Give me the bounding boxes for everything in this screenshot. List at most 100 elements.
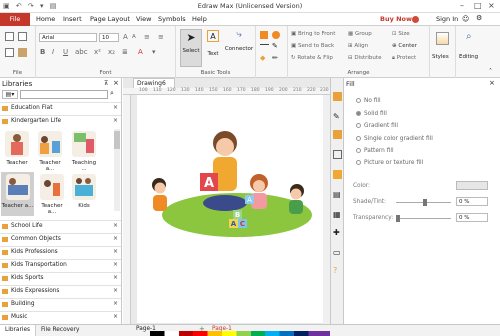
maximize-icon[interactable]: □ (474, 1, 482, 10)
option-pattern-fill[interactable]: Pattern fill (356, 148, 394, 154)
decrease-font-icon[interactable]: A (132, 34, 136, 40)
pin-icon[interactable]: ⊼ (104, 80, 108, 87)
rotate-flip-button[interactable]: ↻ Rotate & Flip (291, 55, 333, 61)
shape-item[interactable]: Teacher a... (36, 129, 64, 173)
styles-button[interactable]: Styles (432, 54, 449, 60)
settings-icon[interactable]: ⚙ (476, 14, 482, 22)
shape-item[interactable]: Teacher a... (38, 172, 66, 216)
underline-icon[interactable]: U (63, 48, 68, 56)
bucket-icon[interactable]: ◆ (260, 54, 265, 62)
bullet-icon[interactable]: ≣ (122, 48, 128, 56)
protect-button[interactable]: 🔒︎ Protect (392, 55, 416, 62)
select-button[interactable]: ➤ Select (180, 29, 202, 67)
category-kindergarten-life[interactable]: Kindergarten Life × (0, 115, 121, 126)
close-category-icon[interactable]: × (113, 117, 118, 124)
category-kids-sports[interactable]: Kids Sports × (0, 272, 121, 283)
color-picker[interactable] (456, 181, 488, 190)
close-fill-panel-icon[interactable]: × (489, 79, 495, 87)
menu-insert[interactable]: Insert (63, 15, 82, 23)
send-to-back-button[interactable]: ▣ Send to Back (291, 43, 334, 49)
minimize-icon[interactable]: – (460, 1, 464, 10)
shade-slider[interactable] (396, 199, 451, 206)
category-building[interactable]: Building × (0, 298, 121, 309)
text-align-icon[interactable]: ≡ (158, 33, 164, 41)
close-category-icon[interactable]: × (113, 300, 118, 307)
close-icon[interactable]: × (488, 1, 495, 10)
vertical-scrollbar[interactable] (323, 95, 330, 324)
library-scrollbar[interactable] (114, 129, 120, 211)
menu-help[interactable]: Help (192, 15, 207, 23)
menu-page-layout[interactable]: Page Layout (90, 15, 130, 23)
color-palette-strip[interactable] (150, 331, 330, 336)
option-gradient-fill[interactable]: Gradient fill (356, 123, 398, 129)
drawing-page[interactable]: A A A C B (137, 95, 323, 323)
file-recovery-tab[interactable]: File Recovery (36, 325, 86, 336)
category-kids-transportation[interactable]: Kids Transportation × (0, 259, 121, 270)
shape-item-selected[interactable]: Teacher a... (1, 172, 34, 216)
text-button[interactable]: A Text (204, 29, 222, 67)
close-category-icon[interactable]: × (113, 274, 118, 281)
transparency-value[interactable]: 0 % (456, 213, 488, 222)
binoculars-icon[interactable]: ⌕ (466, 31, 472, 42)
shade-value[interactable]: 0 % (456, 197, 488, 206)
search-icon[interactable]: ⌕ (110, 89, 114, 98)
subscript-icon[interactable]: x₂ (108, 48, 115, 56)
collapse-ribbon-icon[interactable]: ˄ (489, 68, 492, 75)
font-color-icon[interactable]: A (138, 48, 143, 56)
shape-item[interactable]: Kids (70, 172, 98, 216)
close-category-icon[interactable]: × (113, 222, 118, 229)
menu-home[interactable]: Home (36, 15, 55, 23)
ellipse-icon[interactable] (272, 31, 280, 39)
format-icon[interactable]: ✚ (333, 228, 340, 237)
center-button[interactable]: ⊕ Center (392, 43, 417, 49)
category-kids-expressions[interactable]: Kids Expressions × (0, 285, 121, 296)
bring-to-front-button[interactable]: ▣ Bring to Front (291, 31, 335, 37)
file-menu[interactable]: File (0, 13, 30, 26)
category-school-life[interactable]: School Life × (0, 220, 121, 231)
menu-view[interactable]: View (136, 15, 151, 23)
line-icon[interactable] (260, 44, 269, 45)
outline-icon[interactable]: ▦ (333, 210, 341, 219)
strikethrough-icon[interactable]: abc (75, 48, 88, 56)
close-category-icon[interactable]: × (113, 313, 118, 320)
bold-icon[interactable]: B (40, 48, 45, 56)
italic-icon[interactable]: I (52, 48, 54, 56)
library-menu-icon[interactable]: ▤▾ (2, 90, 18, 99)
option-solid-fill[interactable]: Solid fill (356, 111, 387, 117)
category-common-objects[interactable]: Common Objects × (0, 233, 121, 244)
category-kids-professions[interactable]: Kids Professions × (0, 246, 121, 257)
size-button[interactable]: ⊡ Size (392, 31, 410, 37)
category-music[interactable]: Music × (0, 311, 121, 322)
transparency-slider[interactable] (396, 215, 451, 222)
shape-item[interactable]: Teaching ... (70, 129, 98, 173)
font-size-select[interactable]: 10 (99, 33, 119, 42)
option-picture-fill[interactable]: Picture or texture fill (356, 160, 423, 166)
line-color-icon[interactable]: ✏ (272, 54, 278, 62)
superscript-icon[interactable]: x² (94, 48, 101, 56)
option-single-color-gradient[interactable]: Single color gradient fill (356, 136, 433, 142)
close-category-icon[interactable]: × (113, 235, 118, 242)
layers-icon[interactable]: ▤ (333, 190, 341, 199)
library-search-input[interactable] (20, 90, 108, 99)
copy-icon[interactable] (5, 48, 14, 57)
shape-item[interactable]: Teacher (3, 129, 31, 173)
document-tab[interactable]: Drawing6 × (133, 78, 175, 94)
line-style-icon[interactable]: ✎ (333, 112, 340, 121)
highlight-icon[interactable]: ▾ (152, 48, 156, 56)
page-icon[interactable] (333, 170, 342, 179)
category-education-flat[interactable]: Education Flat × (0, 102, 121, 113)
cut-icon[interactable] (5, 32, 14, 41)
connector-button[interactable]: ⤷ Connector (224, 29, 254, 67)
buy-now-link[interactable]: Buy Now (380, 15, 412, 23)
rectangle-icon[interactable] (260, 31, 268, 39)
paste-icon[interactable] (18, 32, 27, 41)
cart-icon[interactable] (412, 16, 419, 23)
styles-icon[interactable] (436, 32, 449, 45)
close-category-icon[interactable]: × (113, 248, 118, 255)
close-libraries-icon[interactable]: × (113, 79, 119, 87)
align-button[interactable]: ⊞ Align (348, 43, 368, 49)
image-icon[interactable] (333, 150, 342, 159)
user-icon[interactable]: ☺ (462, 15, 469, 23)
option-no-fill[interactable]: No fill (356, 98, 381, 104)
kindergarten-illustration[interactable]: A A A C B (137, 95, 323, 323)
